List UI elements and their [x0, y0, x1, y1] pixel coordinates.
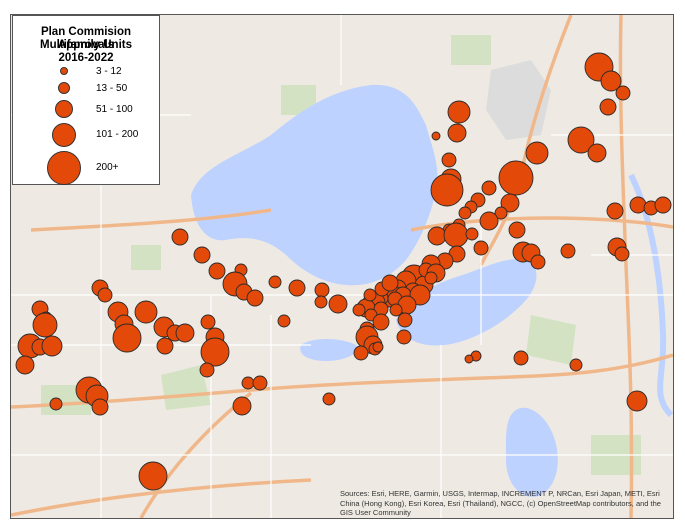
approval-marker-72[interactable]: [268, 275, 282, 289]
approval-marker-25[interactable]: [479, 211, 499, 231]
approval-marker-65[interactable]: [171, 228, 189, 246]
approval-marker-20[interactable]: [629, 196, 647, 214]
legend-label-3-12: 3 - 12: [96, 66, 122, 77]
approval-marker-9[interactable]: [441, 152, 457, 168]
approval-marker-91[interactable]: [175, 323, 195, 343]
approval-marker-13[interactable]: [430, 173, 464, 207]
legend-symbol-51-100: [55, 100, 73, 118]
approval-marker-96[interactable]: [199, 362, 215, 378]
approval-marker-95[interactable]: [277, 314, 291, 328]
approval-marker-6[interactable]: [447, 123, 467, 143]
approval-marker-94[interactable]: [200, 337, 230, 367]
approval-marker-92[interactable]: [200, 314, 216, 330]
approval-marker-67[interactable]: [208, 262, 226, 280]
approval-marker-4[interactable]: [447, 100, 471, 124]
approval-marker-61[interactable]: [530, 254, 546, 270]
approval-marker-75[interactable]: [328, 294, 348, 314]
approval-marker-30[interactable]: [465, 227, 479, 241]
approval-marker-88[interactable]: [134, 300, 158, 324]
approval-marker-51[interactable]: [424, 271, 438, 285]
approval-marker-118[interactable]: [232, 396, 252, 416]
approval-marker-14[interactable]: [481, 180, 497, 196]
approval-marker-107[interactable]: [569, 358, 583, 372]
approval-marker-28[interactable]: [427, 226, 447, 246]
legend-label-101-200: 101 - 200: [96, 129, 139, 140]
approval-marker-79[interactable]: [381, 274, 399, 292]
approval-marker-64[interactable]: [614, 246, 630, 262]
approval-marker-109[interactable]: [15, 355, 35, 375]
legend-symbol-101-200: [52, 123, 76, 147]
approval-marker-101[interactable]: [396, 329, 412, 345]
approval-marker-74[interactable]: [314, 282, 330, 298]
map-attribution: Sources: Esri, HERE, Garmin, USGS, Inter…: [340, 489, 661, 517]
approval-marker-11[interactable]: [498, 160, 534, 196]
approval-marker-117[interactable]: [252, 375, 268, 391]
approval-marker-119[interactable]: [322, 392, 336, 406]
approval-marker-44[interactable]: [352, 303, 366, 317]
approval-marker-66[interactable]: [193, 246, 211, 264]
approval-marker-103[interactable]: [372, 341, 384, 353]
map-legend: Plan Commision Approvals Multifamily Uni…: [12, 15, 160, 185]
approval-marker-84[interactable]: [32, 312, 58, 338]
legend-title-line2: Multifamily Units: [39, 39, 132, 51]
approval-marker-2[interactable]: [615, 85, 631, 101]
approval-marker-76[interactable]: [314, 295, 328, 309]
legend-title-line3: 2016-2022: [58, 52, 114, 64]
approval-marker-120[interactable]: [626, 390, 648, 412]
approval-marker-23[interactable]: [606, 202, 624, 220]
approval-marker-5[interactable]: [431, 131, 441, 141]
legend-symbol-13-50: [58, 82, 70, 94]
approval-marker-31[interactable]: [473, 240, 489, 256]
legend-label-13-50: 13 - 50: [96, 83, 128, 94]
approval-marker-77[interactable]: [363, 288, 377, 302]
approval-marker-73[interactable]: [288, 279, 306, 297]
approval-marker-22[interactable]: [654, 196, 672, 214]
approval-marker-10[interactable]: [525, 141, 549, 165]
approval-marker-87[interactable]: [112, 323, 142, 353]
approval-marker-105[interactable]: [464, 354, 474, 364]
approval-marker-3[interactable]: [599, 98, 617, 116]
legend-label-200-plus: 200+: [96, 162, 119, 173]
approval-marker-29[interactable]: [443, 222, 469, 248]
approval-marker-115[interactable]: [49, 397, 63, 411]
approval-marker-114[interactable]: [91, 398, 109, 416]
legend-symbol-3-12: [60, 67, 68, 75]
approval-marker-106[interactable]: [513, 350, 529, 366]
approval-marker-81[interactable]: [97, 287, 113, 303]
approval-marker-19[interactable]: [458, 206, 472, 220]
approval-marker-116[interactable]: [241, 376, 255, 390]
approval-marker-97[interactable]: [156, 337, 174, 355]
approval-marker-111[interactable]: [41, 335, 63, 357]
legend-symbol-200-plus: [47, 151, 81, 185]
approval-marker-8[interactable]: [587, 143, 607, 163]
approval-marker-62[interactable]: [560, 243, 576, 259]
approval-marker-26[interactable]: [508, 221, 526, 239]
approval-marker-59[interactable]: [397, 312, 413, 328]
legend-label-51-100: 51 - 100: [96, 104, 133, 115]
approval-marker-54[interactable]: [389, 303, 403, 317]
approval-marker-57[interactable]: [372, 313, 390, 331]
approval-marker-121[interactable]: [138, 461, 168, 491]
approval-marker-102[interactable]: [353, 345, 369, 361]
approval-marker-71[interactable]: [246, 289, 264, 307]
